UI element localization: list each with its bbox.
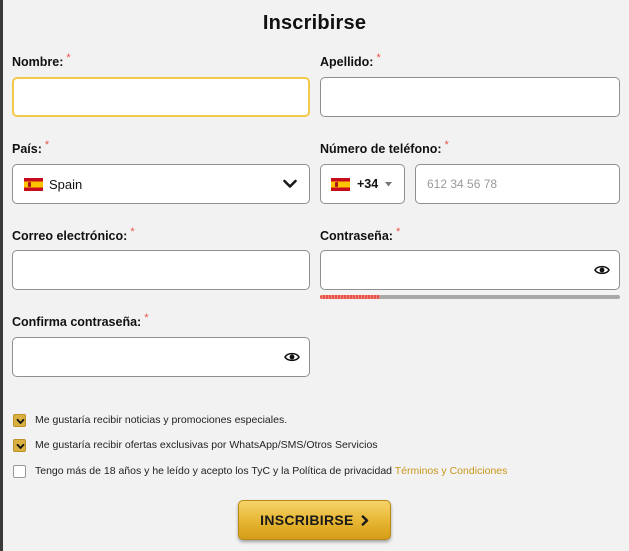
terms-option-label: Tengo más de 18 años y he leído y acepto…: [35, 465, 508, 477]
news-option-label: Me gustaría recibir noticias y promocion…: [35, 414, 288, 426]
terms-checkbox[interactable]: [13, 465, 26, 478]
pais-select[interactable]: Spain: [12, 164, 310, 204]
telefono-label: Número de teléfono: *: [320, 139, 449, 156]
form-title: Inscribirse: [262, 12, 367, 34]
required-mark: *: [444, 139, 449, 151]
submit-button[interactable]: INSCRIBIRSE: [238, 500, 391, 540]
country-code-value: +34: [357, 177, 379, 191]
password-strength-bar: [320, 295, 620, 299]
spain-flag-icon: [331, 178, 350, 191]
phone-placeholder: 612 34 56 78: [427, 177, 498, 191]
apellido-input[interactable]: [320, 77, 620, 117]
confirm-password-input[interactable]: [12, 337, 310, 377]
terms-link[interactable]: Términos y Condiciones: [395, 465, 508, 477]
pais-label: País: *: [12, 139, 50, 156]
whatsapp-option-label: Me gustaría recibir ofertas exclusivas p…: [35, 439, 378, 451]
password-strength-fill: [320, 295, 380, 299]
nombre-label: Nombre: *: [12, 52, 71, 69]
email-input[interactable]: [12, 250, 310, 290]
phone-input[interactable]: 612 34 56 78: [415, 164, 620, 204]
eye-icon[interactable]: [284, 349, 300, 365]
caret-down-icon: [385, 182, 392, 187]
required-mark: *: [376, 52, 381, 64]
password-input[interactable]: [320, 250, 620, 290]
nombre-input[interactable]: [12, 77, 310, 117]
correo-label: Correo electrónico: *: [12, 226, 135, 243]
spain-flag-icon: [24, 178, 43, 191]
whatsapp-checkbox[interactable]: [13, 439, 26, 452]
required-mark: *: [44, 139, 50, 151]
country-code-select[interactable]: +34: [320, 164, 405, 204]
news-checkbox[interactable]: [13, 414, 26, 427]
check-icon: [16, 418, 25, 424]
window-edge: [0, 0, 3, 551]
required-mark: *: [130, 226, 135, 238]
apellido-label: Apellido: *: [320, 52, 381, 69]
chevron-down-icon: [283, 179, 297, 188]
pais-selected-value: Spain: [49, 177, 83, 192]
eye-icon[interactable]: [594, 262, 610, 278]
required-mark: *: [66, 52, 71, 64]
contrasena-label: Contraseña: *: [320, 226, 401, 243]
chevron-right-icon: [361, 515, 369, 526]
required-mark: *: [144, 312, 149, 324]
check-icon: [16, 443, 25, 449]
required-mark: *: [395, 226, 401, 238]
confirma-label: Confirma contraseña: *: [12, 312, 149, 329]
